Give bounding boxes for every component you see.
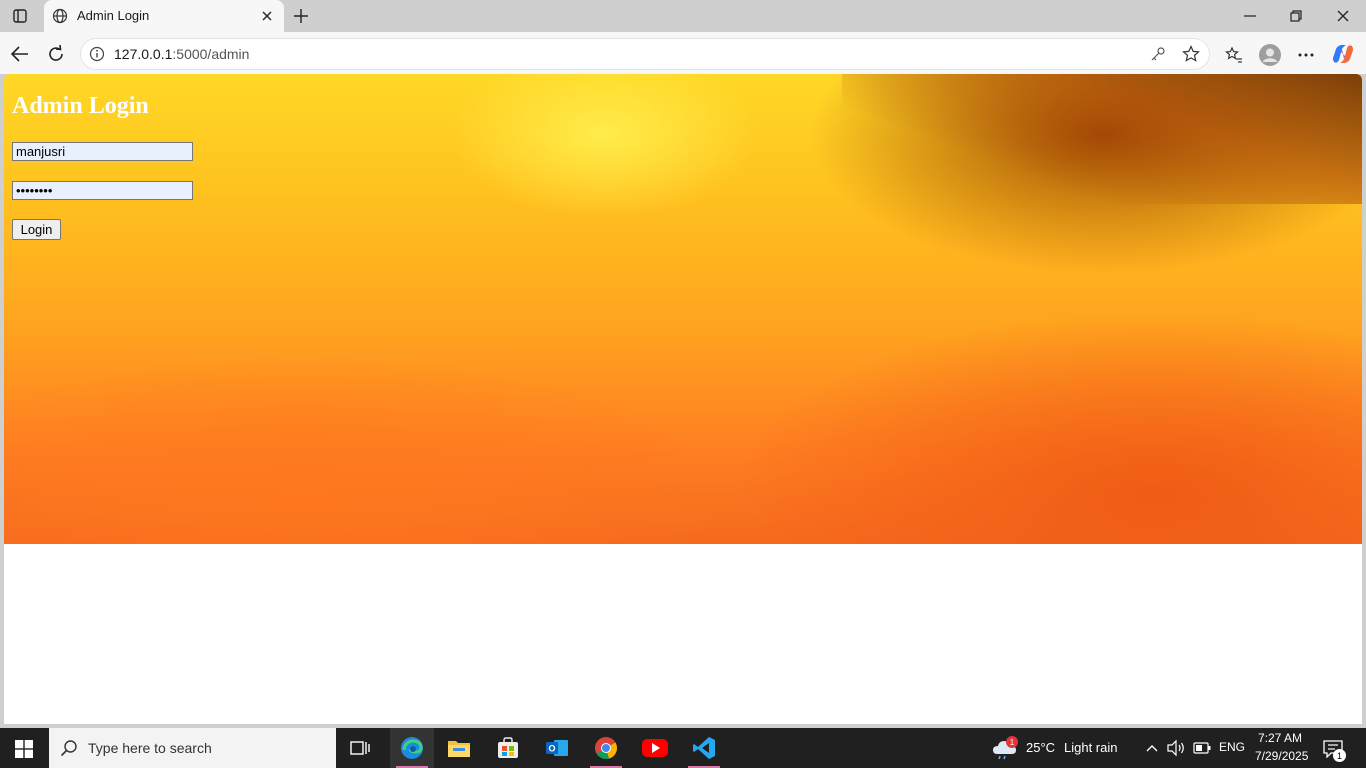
back-arrow-icon[interactable] xyxy=(8,42,32,66)
vscode-icon[interactable] xyxy=(684,728,724,768)
search-placeholder: Type here to search xyxy=(88,740,212,756)
site-info-icon[interactable] xyxy=(88,45,106,63)
favorite-star-icon[interactable] xyxy=(1180,43,1202,65)
address-bar[interactable]: 127.0.0.1:5000/admin xyxy=(80,38,1210,70)
username-input[interactable] xyxy=(12,142,193,161)
refresh-icon[interactable] xyxy=(44,42,68,66)
close-window-icon[interactable] xyxy=(1331,6,1355,26)
outlook-icon[interactable]: O xyxy=(537,728,577,768)
chevron-up-icon[interactable] xyxy=(1144,740,1160,756)
password-key-icon[interactable] xyxy=(1148,44,1168,64)
url-host: 127.0.0.1 xyxy=(114,46,173,62)
task-view-icon[interactable] xyxy=(340,728,380,768)
weather-badge: 1 xyxy=(1006,736,1018,748)
profile-avatar-icon[interactable] xyxy=(1257,42,1283,68)
clock-date[interactable]: 7/29/2025 xyxy=(1255,749,1308,763)
youtube-icon[interactable] xyxy=(635,728,675,768)
login-button[interactable]: Login xyxy=(12,219,61,240)
more-menu-icon[interactable] xyxy=(1294,43,1318,67)
weather-desc[interactable]: Light rain xyxy=(1064,740,1117,755)
file-explorer-icon[interactable] xyxy=(439,728,479,768)
page-title: Admin Login xyxy=(12,93,149,119)
globe-icon xyxy=(51,7,69,25)
network-battery-icon[interactable] xyxy=(1192,739,1212,757)
clock-time[interactable]: 7:27 AM xyxy=(1258,731,1302,745)
copilot-icon[interactable] xyxy=(1330,41,1356,67)
edge-taskbar-icon[interactable] xyxy=(390,728,434,768)
windows-start-icon[interactable] xyxy=(13,738,35,760)
restore-icon[interactable] xyxy=(1284,6,1308,26)
store-icon[interactable] xyxy=(488,728,528,768)
page-viewport: Admin Login Login xyxy=(4,74,1362,724)
taskbar: Type here to search O 1 25°C Light rain … xyxy=(0,728,1366,768)
language-indicator[interactable]: ENG xyxy=(1219,740,1245,754)
url-text[interactable]: 127.0.0.1:5000/admin xyxy=(114,46,249,62)
tab-strip: Admin Login xyxy=(0,0,1366,32)
browser-tab[interactable]: Admin Login xyxy=(44,0,284,32)
favorites-icon[interactable] xyxy=(1222,43,1246,67)
svg-text:O: O xyxy=(548,744,555,754)
tab-actions-icon[interactable] xyxy=(10,6,30,26)
password-input[interactable] xyxy=(12,181,193,200)
background-shadow xyxy=(842,74,1362,204)
background-image xyxy=(4,74,1362,544)
chrome-icon[interactable] xyxy=(586,728,626,768)
weather-temp[interactable]: 25°C xyxy=(1026,740,1055,755)
notification-count-badge: 1 xyxy=(1333,749,1346,762)
volume-icon[interactable] xyxy=(1166,739,1186,757)
taskbar-search[interactable]: Type here to search xyxy=(49,728,336,768)
search-icon xyxy=(59,738,79,758)
tab-title: Admin Login xyxy=(77,8,150,23)
url-path: :5000/admin xyxy=(172,46,250,62)
new-tab-icon[interactable] xyxy=(290,5,312,27)
minimize-icon[interactable] xyxy=(1238,6,1262,26)
close-tab-icon[interactable] xyxy=(258,7,276,25)
